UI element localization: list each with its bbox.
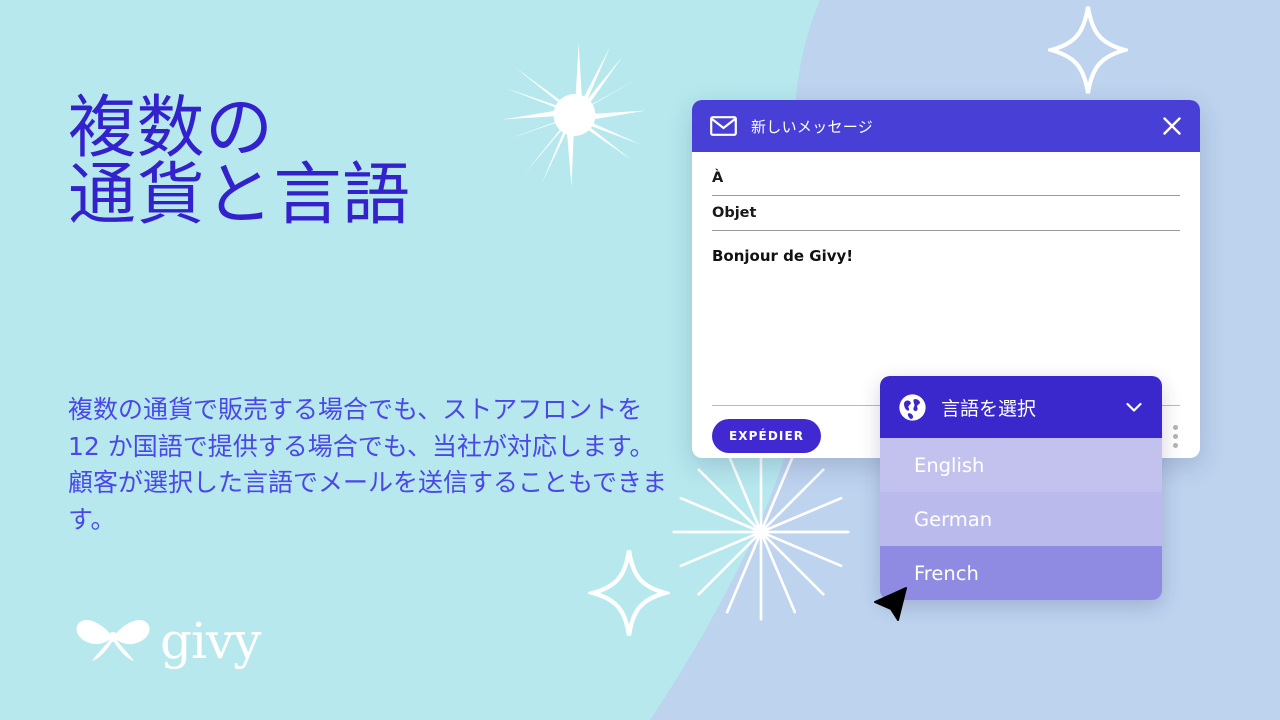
send-button[interactable]: EXPÉDIER (712, 419, 822, 453)
language-option-label: German (914, 507, 993, 531)
kebab-dot (1173, 424, 1178, 430)
language-option-german[interactable]: German (880, 492, 1162, 546)
brand-logo: givy (72, 606, 261, 668)
chevron-down-icon[interactable] (1124, 397, 1144, 417)
globe-icon (898, 393, 927, 422)
language-option-label: English (914, 453, 985, 477)
language-select-dropdown: 言語を選択 English German French (880, 376, 1162, 600)
language-select-title: 言語を選択 (941, 397, 1037, 420)
compose-window-title: 新しいメッセージ (751, 117, 874, 136)
brand-wordmark: givy (160, 612, 261, 670)
subject-field-label: Objet (712, 205, 757, 221)
language-select-header[interactable]: 言語を選択 (880, 376, 1162, 438)
subject-field[interactable]: Objet (712, 196, 1180, 231)
language-option-french[interactable]: French (880, 546, 1162, 600)
kebab-dot (1173, 433, 1178, 439)
bow-ribbon-icon (72, 606, 156, 668)
slide-canvas: 複数の 通貨と言語 複数の通貨で販売する場合でも、ストアフロントを 12 か国語… (0, 0, 1280, 720)
language-option-english[interactable]: English (880, 438, 1162, 492)
compose-window-header: 新しいメッセージ (692, 100, 1200, 152)
page-title: 複数の 通貨と言語 (68, 89, 411, 235)
mouse-cursor-icon (873, 586, 909, 624)
close-icon[interactable] (1162, 116, 1182, 136)
kebab-menu-icon[interactable] (1173, 424, 1180, 448)
envelope-icon (710, 116, 737, 136)
message-body-text[interactable]: Bonjour de Givy! (712, 247, 1180, 265)
language-option-label: French (914, 561, 979, 585)
body-paragraph: 複数の通貨で販売する場合でも、ストアフロントを 12 か国語で提供する場合でも、… (68, 395, 668, 534)
kebab-dot (1173, 442, 1178, 448)
recipient-field[interactable]: À (712, 161, 1180, 196)
recipient-field-label: À (712, 170, 724, 186)
